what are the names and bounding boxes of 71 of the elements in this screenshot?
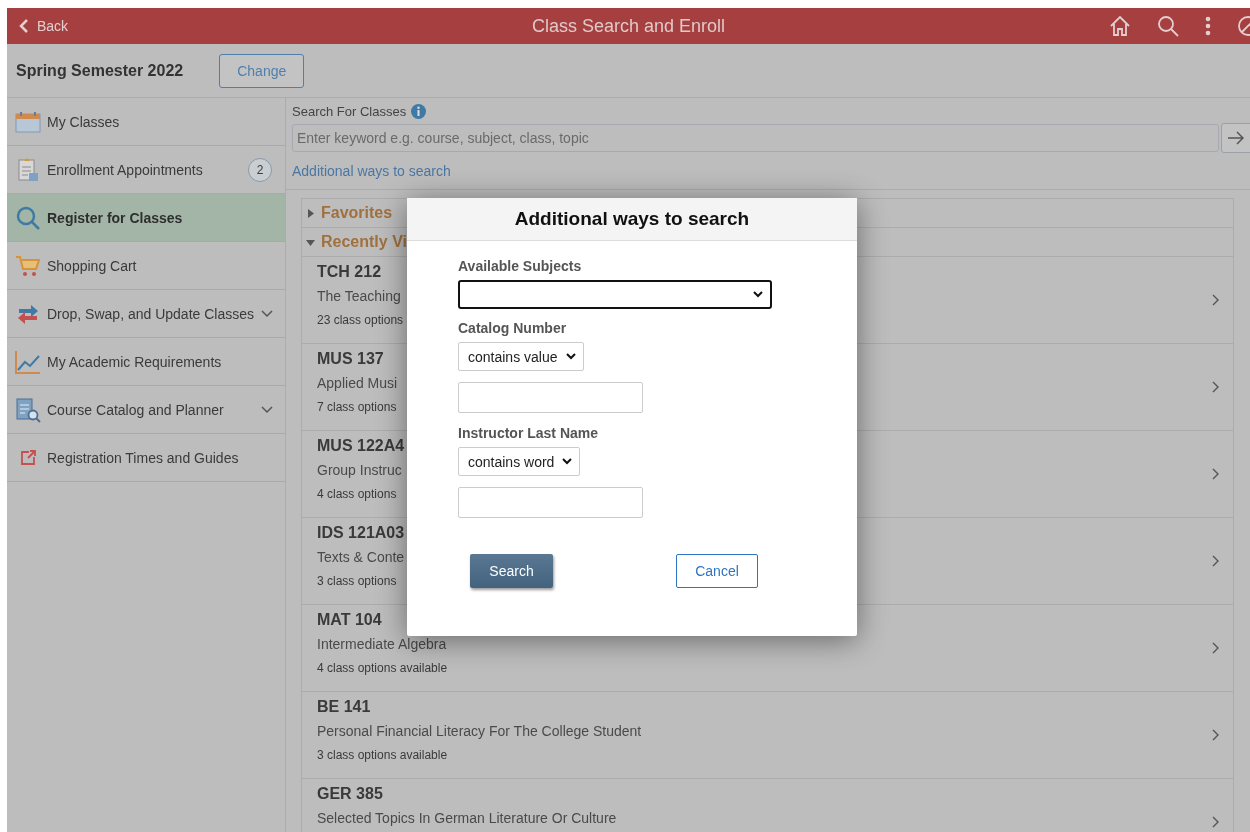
operator-dropdown[interactable]: contains value — [458, 342, 584, 371]
chevron-down-icon — [753, 291, 763, 298]
sidebar-item[interactable]: Shopping Cart — [7, 242, 285, 290]
course-code[interactable]: TCH 212 — [317, 263, 382, 281]
course-title: Group Instruc — [317, 462, 402, 479]
chevron-right-icon — [1212, 294, 1219, 306]
course-code[interactable]: BE 141 — [317, 698, 371, 716]
chevron-down-icon — [565, 353, 576, 360]
more-options-icon[interactable] — [1205, 16, 1211, 36]
chevron-left-icon — [19, 18, 29, 34]
search-label: Search For Classes — [292, 104, 407, 119]
search-icon — [16, 205, 40, 230]
search-button[interactable]: Search — [470, 554, 553, 588]
search-submit-button[interactable] — [1221, 123, 1250, 153]
page-title: Class Search and Enroll — [531, 15, 726, 36]
catalog-number-field[interactable] — [458, 382, 643, 413]
chevron-down-icon — [261, 309, 273, 318]
clipboard-icon — [17, 156, 39, 183]
class-options-count: 4 class options available — [317, 661, 448, 676]
sidebar-item[interactable]: Register for Classes — [7, 194, 285, 242]
course-code[interactable]: MUS 137 — [317, 350, 384, 368]
chevron-right-icon — [1212, 729, 1219, 741]
chevron-right-icon — [1212, 642, 1219, 654]
course-code[interactable]: GER 385 — [317, 785, 383, 803]
sidebar-item[interactable]: Drop, Swap, and Update Classes — [7, 290, 285, 338]
chevron-down-icon — [261, 405, 273, 414]
chevron-right-icon — [1212, 468, 1219, 480]
course-code[interactable]: MAT 104 — [317, 611, 382, 629]
course-code[interactable]: MUS 122A4 — [317, 437, 405, 455]
chevron-right-icon — [1212, 816, 1219, 828]
info-icon[interactable] — [411, 104, 427, 119]
instructor-name-field[interactable] — [458, 487, 643, 518]
calendar-icon — [15, 110, 41, 133]
external-link-icon — [20, 449, 36, 466]
catalog-search-icon — [15, 396, 41, 423]
course-title: Intermediate Algebra — [317, 636, 447, 653]
sidebar-item[interactable]: My Classes — [7, 98, 285, 146]
course-code[interactable]: IDS 121A03 — [317, 524, 405, 542]
class-options-count: 23 class options — [317, 313, 404, 328]
term-label: Spring Semester 2022 — [16, 61, 184, 80]
field-label: Catalog Number — [458, 320, 568, 336]
count-badge: 2 — [248, 157, 272, 182]
sidebar-item[interactable]: Course Catalog and Planner — [7, 386, 285, 434]
line-chart-icon — [15, 349, 41, 374]
dialog-title: Additional ways to search — [514, 208, 750, 230]
search-icon[interactable] — [1157, 15, 1179, 37]
field-label: Available Subjects — [458, 258, 583, 274]
arrow-right-icon — [1228, 131, 1244, 145]
field-label: Instructor Last Name — [458, 425, 600, 441]
shopping-cart-icon — [15, 254, 41, 277]
keyword-search-field[interactable]: Enter keyword e.g. course, subject, class, topic — [292, 124, 1219, 152]
chevron-down-icon — [562, 458, 573, 465]
sidebar-item[interactable]: Registration Times and Guides — [7, 434, 285, 482]
course-title: Personal Financial Literacy For The College Student — [317, 723, 642, 740]
swap-arrows-icon — [17, 302, 39, 325]
chevron-right-icon — [1212, 555, 1219, 567]
cancel-button[interactable]: Cancel — [676, 554, 758, 588]
course-title: Texts & Conte — [317, 549, 405, 566]
subject-dropdown[interactable] — [458, 280, 772, 309]
course-title: Selected Topics In German Literature Or Culture — [317, 810, 617, 827]
chevron-right-icon — [1212, 381, 1219, 393]
class-options-count: 7 class options — [317, 400, 397, 415]
course-title: Applied Musi — [317, 375, 398, 392]
course-title: The Teaching — [317, 288, 401, 305]
home-icon[interactable] — [1109, 15, 1131, 37]
class-options-count: 3 class options available — [317, 748, 448, 763]
class-options-count: 3 class options — [317, 574, 397, 589]
back-button[interactable]: Back — [7, 18, 69, 34]
class-options-count: 4 class options — [317, 487, 397, 502]
operator-dropdown[interactable]: contains word — [458, 447, 581, 476]
sidebar-item[interactable]: My Academic Requirements — [7, 338, 285, 386]
